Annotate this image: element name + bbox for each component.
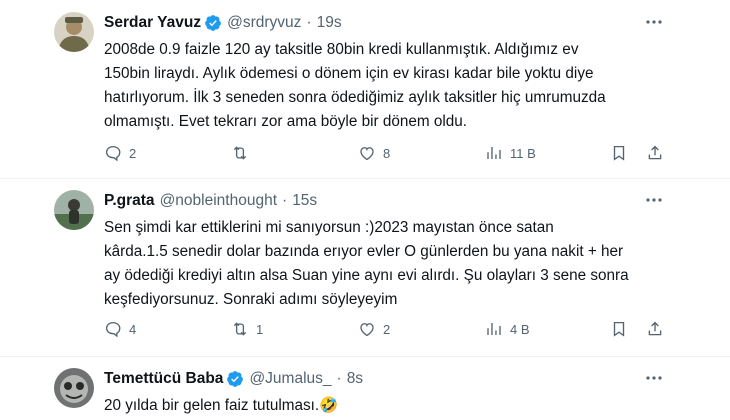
like-count: 2: [383, 321, 391, 337]
avatar[interactable]: [54, 190, 94, 230]
reply-button[interactable]: 4: [104, 319, 136, 339]
like-count: 8: [383, 145, 391, 161]
views-button[interactable]: 4 B: [485, 319, 530, 339]
timestamp[interactable]: 8s: [347, 370, 363, 388]
tweet-text: 20 yılda bir gelen faiz tutulması.🤣: [104, 397, 339, 414]
avatar[interactable]: [54, 368, 94, 408]
handle[interactable]: @Jumalus_: [249, 370, 331, 388]
reply-count: 4: [129, 321, 137, 337]
avatar[interactable]: [54, 12, 94, 52]
like-icon: [360, 147, 374, 161]
timestamp[interactable]: 19s: [317, 14, 342, 32]
bookmark-icon: [613, 145, 625, 161]
tweet[interactable]: Temettücü Baba @Jumalus_ · 8s 20 yılda b…: [0, 356, 730, 420]
more-icon[interactable]: [644, 368, 664, 388]
share-icon: [648, 145, 662, 160]
share-icon: [648, 321, 662, 336]
retweet-button[interactable]: [231, 143, 256, 163]
more-icon[interactable]: [644, 190, 664, 210]
timestamp[interactable]: 15s: [292, 192, 317, 210]
separator-dot: ·: [336, 370, 342, 387]
action-bar: 2 8 11 B: [104, 143, 670, 163]
reply-button[interactable]: 2: [104, 143, 136, 163]
views-count: 11 B: [510, 145, 536, 161]
tweet-text: 2008de 0.9 faizle 120 ay taksitle 80bin …: [104, 41, 606, 130]
share-button[interactable]: [646, 143, 664, 163]
separator-dot: ·: [282, 192, 288, 209]
views-icon: [487, 147, 501, 159]
like-button[interactable]: 2: [358, 319, 390, 339]
bookmark-button[interactable]: [610, 319, 628, 339]
bookmark-button[interactable]: [610, 143, 628, 163]
display-name[interactable]: Serdar Yavuz: [104, 14, 201, 32]
like-icon: [360, 323, 374, 337]
views-button[interactable]: 11 B: [485, 143, 536, 163]
tweet[interactable]: Serdar Yavuz @srdryvuz · 19s 2008de 0.9 …: [0, 0, 730, 179]
reply-icon: [105, 321, 121, 338]
retweet-icon: [233, 146, 247, 160]
retweet-button[interactable]: 1: [231, 319, 263, 339]
retweet-icon: [233, 322, 247, 336]
retweet-count: 1: [256, 321, 264, 337]
reply-count: 2: [129, 145, 137, 161]
display-name[interactable]: P.grata: [104, 192, 155, 210]
views-icon: [487, 323, 501, 335]
share-button[interactable]: [646, 319, 664, 339]
separator-dot: ·: [306, 14, 312, 31]
views-count: 4 B: [510, 321, 530, 337]
tweet-text: Sen şimdi kar ettiklerini mi sanıyorsun …: [104, 219, 629, 308]
like-button[interactable]: 8: [358, 143, 390, 163]
verified-icon: [205, 15, 221, 31]
tweet[interactable]: P.grata @nobleinthought · 15s Sen şimdi …: [0, 178, 730, 357]
handle[interactable]: @srdryvuz: [227, 14, 301, 32]
more-icon[interactable]: [644, 12, 664, 32]
bookmark-icon: [613, 321, 625, 337]
handle[interactable]: @nobleinthought: [160, 192, 277, 210]
verified-icon: [227, 371, 244, 387]
action-bar: 4 1 2 4 B: [104, 319, 670, 339]
reply-icon: [105, 145, 121, 162]
display-name[interactable]: Temettücü Baba: [104, 370, 223, 388]
